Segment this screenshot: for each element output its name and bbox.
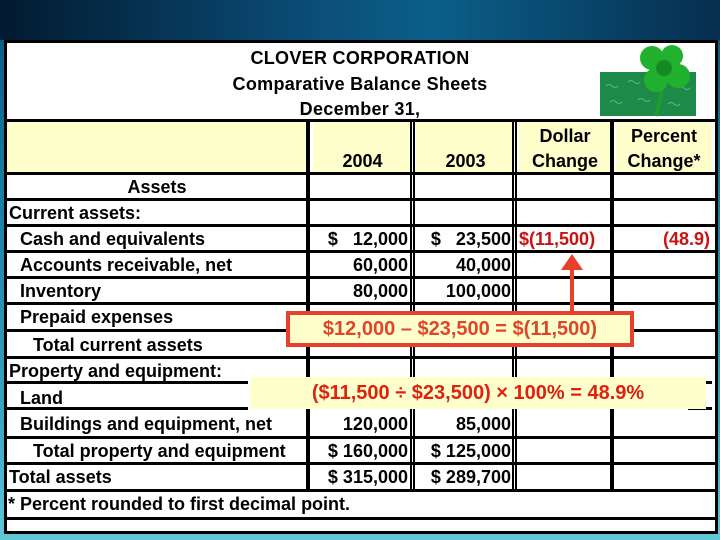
row-label: Total assets (9, 467, 112, 487)
column-header-2003: 2003 (445, 151, 486, 171)
column-header-percent-line2: Change* (627, 151, 701, 171)
row-label: Property and equipment: (9, 361, 223, 381)
dollar-change-formula-callout: $12,000 – $23,500 = $(11,500) (286, 311, 634, 347)
value-2004: 60,000 (352, 255, 408, 275)
dollar-change-value: $(11,500) (519, 229, 596, 249)
row-label: Total current assets (33, 335, 203, 355)
slide-top-bar (0, 0, 720, 40)
value-2004: 80,000 (352, 281, 408, 301)
col-divider-dollar (610, 119, 614, 490)
rule-dash (688, 302, 712, 305)
value-2003: 100,000 (445, 281, 511, 301)
percent-change-formula-callout: ($11,500 ÷ $23,500) × 100% = 48.9% (250, 377, 706, 409)
value-2003: $ 289,700 (430, 467, 511, 487)
row-label: Buildings and equipment, net (20, 414, 272, 434)
clover-logo-icon (600, 45, 696, 117)
col-divider-2003 (512, 119, 517, 490)
percent-change-value: (48.9) (662, 229, 710, 249)
column-header-percent-line1: Percent (630, 126, 698, 146)
row-label: Land (20, 388, 63, 408)
row-label: Prepaid expenses (20, 307, 174, 327)
row-label: Total property and equipment (33, 441, 286, 461)
value-2004: 120,000 (342, 414, 408, 434)
row-label: Current assets: (9, 203, 142, 223)
value-2003: $ 125,000 (430, 441, 511, 461)
value-2004: $ 160,000 (327, 441, 408, 461)
column-header-dollar-line2: Change (531, 151, 598, 171)
row-label: Cash and equivalents (20, 229, 206, 249)
callout-arrow-shaft (570, 268, 574, 312)
column-header-2004: 2004 (342, 151, 383, 171)
header-label-cell (7, 122, 306, 174)
column-header-dollar-line1: Dollar (539, 126, 591, 146)
rule-footnote (4, 517, 716, 520)
value-2003: $ 23,500 (430, 229, 511, 249)
row-label-assets: Assets (127, 177, 187, 197)
value-2004: $ 315,000 (327, 467, 408, 487)
value-2003: 85,000 (455, 414, 511, 434)
row-label: Inventory (20, 281, 102, 301)
value-2004: $ 12,000 (327, 229, 408, 249)
row-label: Accounts receivable, net (20, 255, 233, 275)
col-divider-2004 (410, 119, 415, 490)
rule-dash (688, 276, 712, 279)
footnote: * Percent rounded to first decimal point… (8, 494, 351, 514)
value-2003: 40,000 (455, 255, 511, 275)
up-arrow-icon (561, 254, 583, 270)
